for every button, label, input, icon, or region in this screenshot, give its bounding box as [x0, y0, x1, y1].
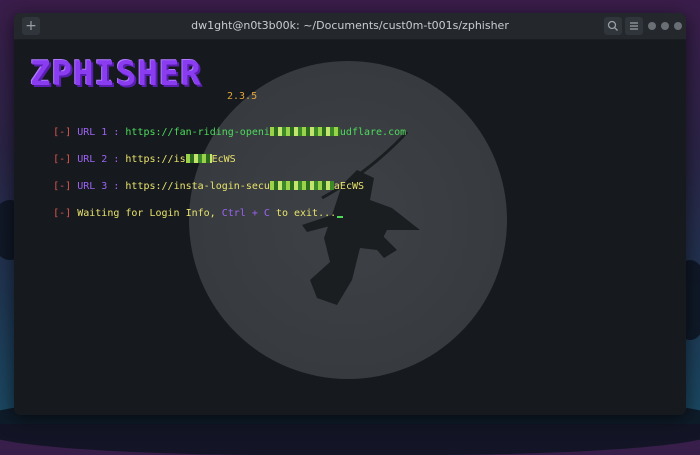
minimize-button[interactable] — [648, 22, 656, 30]
bracket: [-] — [53, 154, 72, 165]
url-label: URL 1 : — [77, 127, 120, 138]
terminal-window: + dw1ght@n0t3b00k: ~/Documents/cust0m-t0… — [14, 13, 686, 415]
close-button[interactable] — [674, 22, 682, 30]
version-label: 2.3.5 — [227, 91, 258, 102]
url-prefix: https://fan-riding-openi — [125, 127, 270, 138]
search-icon — [607, 20, 618, 31]
maximize-button[interactable] — [661, 22, 669, 30]
banner: ZPHISHER — [30, 54, 202, 94]
window-title: dw1ght@n0t3b00k: ~/Documents/cust0m-t001… — [191, 19, 509, 32]
title-bar: + dw1ght@n0t3b00k: ~/Documents/cust0m-t0… — [14, 13, 686, 40]
url-prefix: https://insta-login-secu — [125, 181, 270, 192]
url-suffix: EcWS — [211, 154, 236, 165]
waiting-text: Waiting for Login Info, — [77, 208, 216, 219]
menu-icon — [630, 22, 638, 30]
menu-button[interactable] — [625, 17, 643, 35]
terminal-body[interactable]: ZPHISHER 2.3.5 [-] URL 1 : https://fan-r… — [14, 40, 686, 415]
redacted-segment — [269, 181, 334, 190]
shortcut-text: Ctrl + C — [221, 208, 270, 219]
bracket: [-] — [53, 208, 72, 219]
redacted-segment — [269, 127, 340, 136]
url-label: URL 3 : — [77, 181, 120, 192]
url-suffix: udflare.com — [339, 127, 407, 138]
url-prefix: https://is — [125, 154, 186, 165]
bracket: [-] — [53, 127, 72, 138]
waiting-line: [-] Waiting for Login Info, Ctrl + C to … — [17, 197, 344, 230]
logo-text: ZPHISHER — [30, 54, 202, 94]
url-label: URL 2 : — [77, 154, 120, 165]
terminal-cursor — [337, 216, 344, 218]
bracket: [-] — [53, 181, 72, 192]
exit-text: to exit... — [275, 208, 337, 219]
redacted-segment — [185, 154, 212, 163]
search-button[interactable] — [604, 17, 622, 35]
url-suffix: aEcWS — [333, 181, 365, 192]
